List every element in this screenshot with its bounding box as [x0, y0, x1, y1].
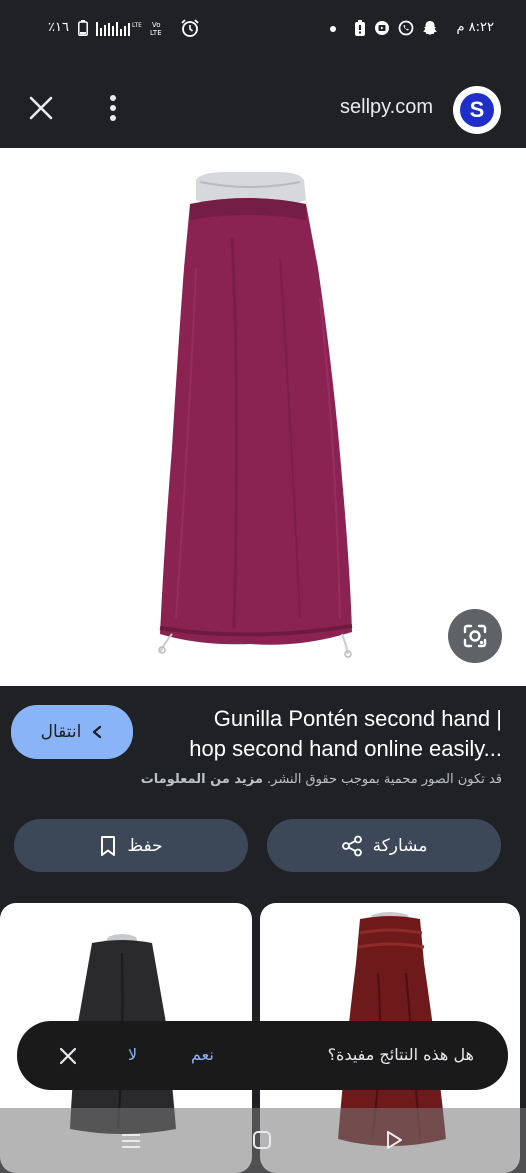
signal-icon: LTE	[96, 20, 142, 36]
recents-icon[interactable]	[120, 1132, 142, 1150]
battery-percent: ٪١٦	[48, 20, 69, 35]
save-button[interactable]: حفظ	[14, 819, 248, 872]
snapchat-icon	[422, 20, 438, 36]
save-label: حفظ	[127, 835, 163, 856]
share-button[interactable]: مشاركة	[267, 819, 501, 872]
copyright-text: قد تكون الصور محمية بموجب حقوق النشر.	[267, 772, 502, 787]
battery-icon	[78, 20, 88, 37]
bookmark-icon	[99, 835, 117, 857]
status-bar: ٨:٢٢ م ٪١٦ LTE Vo LTE	[0, 0, 526, 60]
result-title-line2: hop second hand online easily...	[189, 736, 502, 761]
share-label: مشاركة	[372, 835, 428, 856]
whatsapp-icon	[398, 20, 414, 36]
svg-text:LTE: LTE	[132, 22, 142, 29]
feedback-bar: هل هذه النتائج مفيدة؟ نعم لا	[17, 1021, 508, 1090]
google-lens-icon[interactable]	[448, 609, 502, 663]
feedback-no-button[interactable]: لا	[128, 1045, 137, 1064]
site-logo[interactable]: S	[453, 86, 501, 134]
feedback-yes-button[interactable]: نعم	[191, 1045, 214, 1064]
site-name[interactable]: sellpy.com	[340, 96, 433, 119]
svg-text:Vo: Vo	[152, 21, 161, 29]
result-title-line1: Gunilla Pontén second hand |	[213, 706, 502, 731]
system-nav-bar	[0, 1108, 526, 1173]
result-title[interactable]: Gunilla Pontén second hand | hop second …	[162, 704, 502, 764]
svg-text:LTE: LTE	[150, 29, 162, 36]
visit-button[interactable]: انتقال	[11, 705, 133, 759]
dot-icon	[330, 26, 336, 32]
back-icon[interactable]	[384, 1130, 404, 1150]
share-icon	[341, 835, 363, 857]
close-icon[interactable]	[59, 1047, 77, 1065]
close-icon[interactable]	[27, 94, 55, 122]
logo-letter: S	[460, 93, 494, 127]
skirt-image	[158, 172, 353, 658]
home-icon[interactable]	[252, 1130, 272, 1150]
media-icon	[374, 20, 390, 36]
visit-label: انتقال	[40, 722, 82, 742]
chevron-left-icon	[91, 725, 103, 739]
more-vert-icon[interactable]	[104, 94, 122, 122]
result-image[interactable]	[0, 148, 526, 686]
volte-icon: Vo LTE	[150, 20, 172, 37]
status-time: ٨:٢٢ م	[456, 20, 494, 35]
header-bar: sellpy.com S	[0, 60, 526, 148]
more-info-link[interactable]: مزيد من المعلومات	[141, 772, 263, 787]
copyright-notice: قد تكون الصور محمية بموجب حقوق النشر. مز…	[141, 772, 502, 787]
battery-alert-icon	[354, 20, 366, 36]
feedback-question: هل هذه النتائج مفيدة؟	[327, 1045, 474, 1064]
alarm-icon	[180, 18, 200, 38]
